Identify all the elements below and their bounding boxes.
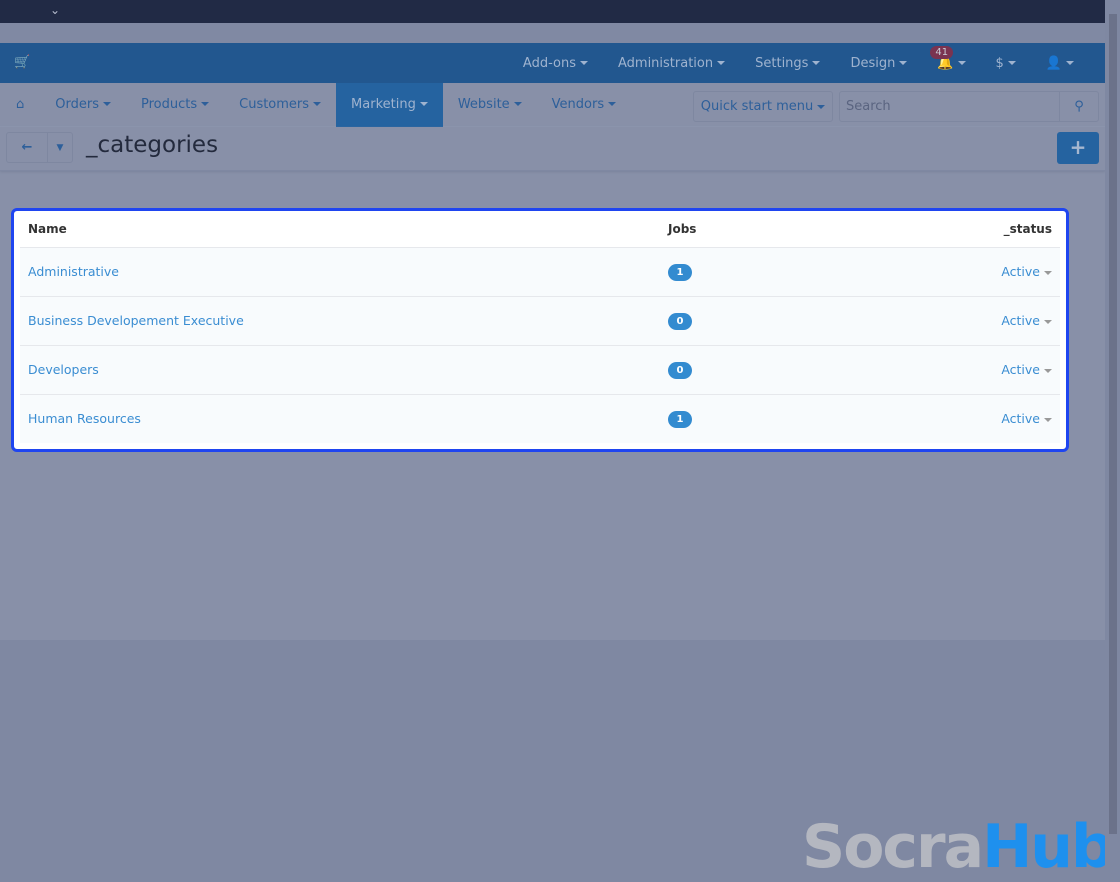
user-icon: 👤 [1045,55,1062,71]
status-dropdown[interactable]: Active [1001,264,1052,279]
top-bar: ⌄ [0,0,1120,23]
table-row: Developers 0 Active [20,345,1060,395]
caret-down-icon [1044,319,1052,324]
back-button-group: ← ▼ [6,132,73,163]
scrollbar-thumb[interactable] [1109,14,1117,834]
spacer [0,23,1120,43]
header-jobs: Jobs [660,211,940,248]
user-menu[interactable]: 👤 [1031,56,1089,71]
quick-start-menu-button[interactable]: Quick start menu [693,91,833,122]
table-row: Human Resources 1 Active [20,394,1060,443]
notifications-button[interactable]: 🔔 41 [922,45,980,71]
add-button[interactable]: + [1057,132,1099,164]
category-name-link[interactable]: Administrative [28,264,119,279]
nav-products[interactable]: Products [126,83,224,127]
status-dropdown[interactable]: Active [1001,362,1052,377]
header-name: Name [20,211,660,248]
jobs-count-badge: 1 [668,263,692,281]
main-header: 🛒 Add-ons Administration Settings Design… [0,43,1105,83]
nav-website[interactable]: Website [443,83,537,127]
status-dropdown[interactable]: Active [1001,313,1052,328]
jobs-count-badge: 1 [668,410,692,428]
menu-administration[interactable]: Administration [603,56,740,71]
search-box: ⚲ [839,91,1099,122]
header-status: _status [940,211,1060,248]
jobs-count-badge: 0 [668,312,692,330]
page-title: _categories [86,132,219,158]
jobs-count-badge: 0 [668,361,692,379]
categories-table-card: Name Jobs _status Administrative 1 Activ… [11,208,1069,452]
menu-addons[interactable]: Add-ons [508,56,603,71]
categories-table: Name Jobs _status Administrative 1 Activ… [20,211,1060,443]
cart-icon[interactable]: 🛒 [14,55,30,70]
category-name-link[interactable]: Developers [28,362,99,377]
menu-settings[interactable]: Settings [740,56,835,71]
title-bar: ← ▼ _categories + [0,127,1105,171]
socrahub-watermark: SocraHub [802,812,1114,882]
table-row: Business Developement Executive 0 Active [20,296,1060,346]
category-name-link[interactable]: Business Developement Executive [28,313,244,328]
notification-badge: 41 [930,45,954,59]
scrollbar[interactable] [1105,0,1120,881]
table-row: Administrative 1 Active [20,247,1060,297]
chevron-down-icon[interactable]: ⌄ [50,3,60,17]
caret-down-icon [1044,270,1052,275]
currency-menu[interactable]: $ [981,56,1031,71]
nav-orders[interactable]: Orders [40,83,126,127]
arrow-left-icon[interactable]: ← [7,133,48,162]
search-input[interactable] [840,92,1059,121]
nav-marketing[interactable]: Marketing [336,82,443,127]
caret-down-icon [1044,417,1052,422]
nav-vendors[interactable]: Vendors [537,83,631,127]
category-name-link[interactable]: Human Resources [28,411,141,426]
home-icon[interactable]: ⌂ [0,83,40,127]
search-icon[interactable]: ⚲ [1059,92,1098,121]
caret-down-icon [1044,368,1052,373]
caret-down-icon[interactable]: ▼ [48,133,72,162]
status-dropdown[interactable]: Active [1001,411,1052,426]
nav-customers[interactable]: Customers [224,83,336,127]
menu-design[interactable]: Design [835,56,922,71]
